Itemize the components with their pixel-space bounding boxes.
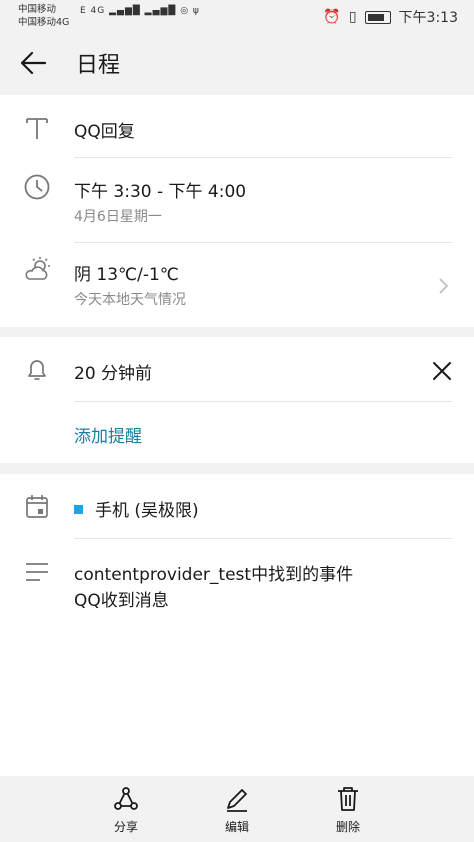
description-row: contentprovider_test中找到的事件 QQ收到消息 [0,539,474,659]
delete-button[interactable]: 删除 [318,784,378,835]
calendar-icon [26,495,48,518]
calendar-color-swatch [74,504,83,514]
clock-icon [24,174,50,200]
share-label: 分享 [113,820,138,834]
calendar-row: 手机 (吴极限) [0,474,474,539]
event-time-row[interactable]: 下午 3:30 - 下午 4:00 4月6日星期一 [0,158,474,243]
notes-icon [26,563,48,581]
status-time: 下午3:13 [398,10,458,26]
back-button[interactable] [18,48,52,78]
description-line-1: contentprovider_test中找到的事件 [74,565,354,585]
carrier-info: 中国移动 中国移动4G [18,3,69,29]
pencil-icon [227,789,247,812]
page-title: 日程 [76,53,121,78]
add-reminder-button[interactable]: 添加提醒 [74,422,142,447]
edit-label: 编辑 [224,820,249,834]
status-bar: 中国移动 中国移动4G E 4G ▂▄▆█ ▂▄▆█ ◎ ψ ⏰ ▯ 下午3:1… [0,0,474,32]
share-button[interactable]: 分享 [96,784,156,835]
remove-reminder-button[interactable] [428,357,456,385]
reminder-row: 20 分钟前 [0,337,474,402]
bell-icon [28,360,46,380]
weather-row[interactable]: 阴 13℃/-1℃ 今天本地天气情况 [0,243,474,327]
chevron-right-icon [439,278,449,294]
app-bar: 日程 [0,32,474,94]
reminder-card: 20 分钟前 添加提醒 [0,337,474,463]
event-details-card: QQ回复 下午 3:30 - 下午 4:00 4月6日星期一 阴 13℃/-1℃… [0,95,474,327]
description-line-2: QQ收到消息 [74,591,169,611]
event-date: 4月6日星期一 [74,209,162,225]
reminder-value: 20 分钟前 [74,364,153,384]
arrow-left-icon [20,51,47,75]
calendar-name: 手机 (吴极限) [74,496,199,521]
vibrate-icon: ▯ [348,9,357,25]
share-icon [114,787,138,810]
calendar-name-text: 手机 (吴极限) [95,501,199,521]
text-icon [26,118,48,139]
cloudy-sun-icon [25,257,50,280]
signal-icon: E 4G ▂▄▆█ ▂▄▆█ ◎ ψ [80,6,200,16]
calendar-card: 手机 (吴极限) contentprovider_test中找到的事件 QQ收到… [0,474,474,776]
battery-icon [364,10,391,24]
alarm-icon: ⏰ [323,9,341,25]
carrier-1: 中国移动 [18,4,57,15]
status-right: ⏰ ▯ 下午3:13 [323,7,458,27]
weather-summary: 阴 13℃/-1℃ [74,265,179,285]
trash-icon [338,787,358,811]
event-time-range: 下午 3:30 - 下午 4:00 [74,182,247,202]
bottom-action-bar: 分享 编辑 删除 [0,776,474,842]
divider [74,401,452,402]
event-title-row: QQ回复 [0,95,474,158]
carrier-2: 中国移动4G [18,17,70,28]
edit-button[interactable]: 编辑 [207,784,267,835]
signal-label: E 4G [80,6,106,16]
close-icon [433,362,451,380]
delete-label: 删除 [335,820,360,834]
weather-subtitle: 今天本地天气情况 [74,292,186,308]
event-title: QQ回复 [74,122,135,142]
